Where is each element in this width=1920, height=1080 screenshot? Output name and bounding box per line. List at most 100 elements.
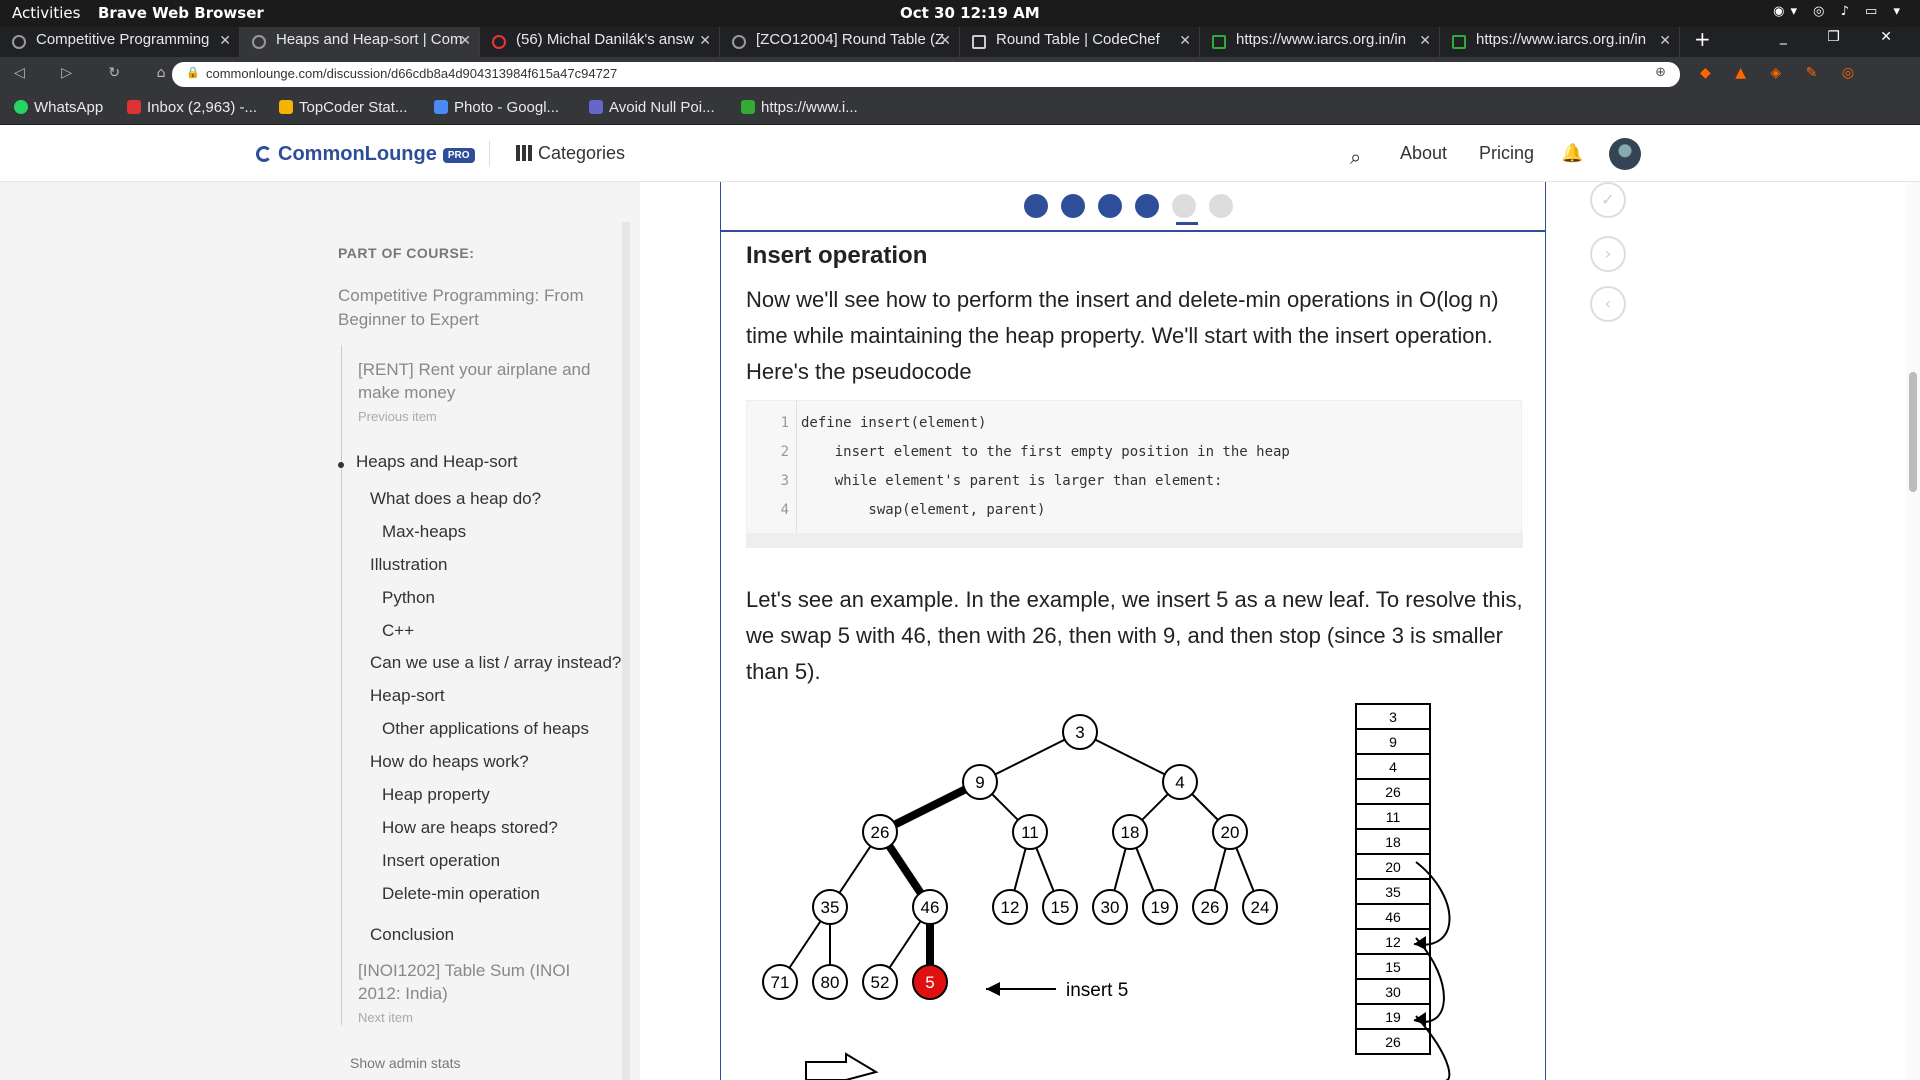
- example-paragraph: Let's see an example. In the example, we…: [746, 587, 1523, 684]
- clock[interactable]: Oct 30 12:19 AM: [900, 4, 1040, 22]
- current-item[interactable]: Heaps and Heap-sort: [356, 452, 518, 472]
- activities-button[interactable]: Activities: [12, 4, 80, 22]
- svg-text:12: 12: [1001, 898, 1020, 917]
- heap-node: 52: [862, 964, 898, 1000]
- toc-item[interactable]: Delete-min operation: [382, 884, 540, 904]
- part-of-course-label: PART OF COURSE:: [338, 245, 475, 261]
- prev-item-link[interactable]: [RENT] Rent your airplane and make money: [358, 358, 608, 404]
- iarcs-icon: [1212, 35, 1226, 49]
- toc-item[interactable]: Insert operation: [382, 851, 500, 871]
- toc-item[interactable]: Can we use a list / array instead?: [370, 653, 621, 673]
- toc-item[interactable]: Heap-sort: [370, 686, 445, 706]
- categories-menu[interactable]: Categories: [516, 143, 625, 164]
- close-icon[interactable]: ✕: [219, 32, 231, 49]
- svg-text:15: 15: [1051, 898, 1070, 917]
- tab-4[interactable]: Round Table | CodeChef ✕: [960, 27, 1200, 57]
- close-icon[interactable]: ✕: [699, 32, 711, 49]
- prev-arrow-icon[interactable]: ‹: [1590, 286, 1626, 322]
- array-value: 26: [1385, 1034, 1401, 1050]
- bookmark-iarcs[interactable]: https://www.i...: [741, 99, 858, 116]
- toc-item[interactable]: How are heaps stored?: [382, 818, 558, 838]
- close-icon[interactable]: ✕: [1419, 32, 1431, 49]
- heap-node: 24: [1242, 889, 1278, 925]
- bookmark-photo[interactable]: Photo - Googl...: [434, 99, 559, 116]
- gmail-icon: [127, 100, 141, 114]
- toc-item[interactable]: How do heaps work?: [370, 752, 529, 772]
- toc-item[interactable]: Heap property: [382, 785, 490, 805]
- right-rail: ✓ › ‹: [1546, 182, 1920, 1080]
- site-logo[interactable]: CommonLounge PRO: [256, 143, 475, 166]
- toc-item[interactable]: Conclusion: [370, 925, 454, 945]
- scroll-thumb[interactable]: [1909, 372, 1917, 492]
- progress-dot[interactable]: [1024, 194, 1048, 218]
- next-arrow-icon[interactable]: ›: [1590, 236, 1626, 272]
- url-bar[interactable]: 🔒 commonlounge.com/discussion/d66cdb8a4d9…: [172, 62, 1680, 87]
- new-tab-button[interactable]: +: [1680, 27, 1725, 57]
- tab-3[interactable]: [ZCO12004] Round Table (Z ✕: [720, 27, 960, 57]
- array-value: 30: [1385, 984, 1401, 1000]
- heap-diagram: 3 9 4 26 11 18 20 35 46 12 15 30 19 26 24 71 80 52 5 3 9 4 26…: [762, 703, 1451, 1080]
- toc-item[interactable]: Python: [382, 588, 435, 608]
- toc-item[interactable]: What does a heap do?: [370, 489, 541, 509]
- tab-1[interactable]: Heaps and Heap-sort | Com ✕: [240, 27, 480, 57]
- progress-dot[interactable]: [1135, 194, 1159, 218]
- about-link[interactable]: About: [1400, 143, 1447, 164]
- bookmark-whatsapp[interactable]: WhatsApp: [14, 99, 103, 116]
- admin-stats-link[interactable]: Show admin stats: [350, 1055, 461, 1071]
- close-icon[interactable]: ✕: [1659, 32, 1671, 49]
- next-item-link[interactable]: [INOI1202] Table Sum (INOI 2012: India): [358, 959, 608, 1005]
- page-scrollbar[interactable]: [1906, 182, 1920, 1080]
- window-controls[interactable]: _ ❐ ✕: [1780, 29, 1910, 45]
- bookmark-inbox[interactable]: Inbox (2,963) -...: [127, 99, 257, 116]
- course-link[interactable]: Competitive Programming: From Beginner t…: [338, 284, 608, 332]
- toc-item[interactable]: Other applications of heaps: [382, 719, 589, 739]
- code-scrollbar[interactable]: [747, 533, 1523, 547]
- site-header: CommonLounge PRO Categories ⌕ About Prici…: [0, 125, 1920, 182]
- close-icon[interactable]: ✕: [459, 32, 471, 49]
- tab-6[interactable]: https://www.iarcs.org.in/in ✕: [1440, 27, 1680, 57]
- system-tray-icons[interactable]: ◉▾ ◎ ♪ ▭ ▾: [1773, 4, 1906, 19]
- progress-dot[interactable]: [1172, 194, 1196, 218]
- toc-item[interactable]: Illustration: [370, 555, 447, 575]
- svg-text:52: 52: [871, 973, 890, 992]
- topcoder-icon: [279, 100, 293, 114]
- bell-icon[interactable]: 🔔: [1561, 143, 1583, 164]
- heap-node: 35: [812, 889, 848, 925]
- progress-dot[interactable]: [1098, 194, 1122, 218]
- tab-0[interactable]: Competitive Programming ✕: [0, 27, 240, 57]
- progress-dot[interactable]: [1209, 194, 1233, 218]
- progress-dot[interactable]: [1061, 194, 1085, 218]
- whatsapp-icon: [14, 100, 28, 114]
- address-row: ◁ ▷ ↻ ⌂ ▯ 🔒 commonlounge.com/discussion/d…: [0, 57, 1920, 92]
- toc-item[interactable]: C++: [382, 621, 414, 641]
- svg-text:3: 3: [1075, 723, 1084, 742]
- zoom-icon[interactable]: ⊕: [1655, 65, 1666, 80]
- bookmark-topcoder[interactable]: TopCoder Stat...: [279, 99, 407, 116]
- array-value: 11: [1386, 809, 1401, 825]
- search-icon[interactable]: ⌕: [1350, 145, 1361, 169]
- intro-paragraph: Now we'll see how to perform the insert …: [746, 287, 1499, 384]
- svg-text:80: 80: [821, 973, 840, 992]
- svg-text:4: 4: [1175, 773, 1184, 792]
- close-icon[interactable]: ✕: [939, 32, 951, 49]
- heap-node: 80: [812, 964, 848, 1000]
- svg-text:30: 30: [1101, 898, 1120, 917]
- complete-check-icon[interactable]: ✓: [1590, 182, 1626, 218]
- pricing-link[interactable]: Pricing: [1479, 143, 1534, 164]
- heap-node: 71: [762, 964, 798, 1000]
- heap-node: 15: [1042, 889, 1078, 925]
- section-heading: Insert operation: [746, 242, 928, 269]
- toc-item[interactable]: Max-heaps: [382, 522, 466, 542]
- sidebar-scrollbar[interactable]: [622, 222, 630, 1080]
- article-panel: Insert operation Now we'll see how to pe…: [720, 182, 1546, 1080]
- next-item-label: Next item: [358, 1010, 413, 1025]
- avatar[interactable]: [1609, 138, 1641, 170]
- array-value: 35: [1385, 884, 1401, 900]
- extension-icons[interactable]: ◆ ▲ ◈ ✎ ◎: [1700, 65, 1864, 81]
- app-menu[interactable]: Brave Web Browser: [98, 4, 264, 22]
- tab-2[interactable]: (56) Michal Danilák's answ ✕: [480, 27, 720, 57]
- tab-strip: Competitive Programming ✕ Heaps and Heap-…: [0, 27, 1920, 57]
- close-icon[interactable]: ✕: [1179, 32, 1191, 49]
- bookmark-avoid-null[interactable]: Avoid Null Poi...: [589, 99, 715, 116]
- tab-5[interactable]: https://www.iarcs.org.in/in ✕: [1200, 27, 1440, 57]
